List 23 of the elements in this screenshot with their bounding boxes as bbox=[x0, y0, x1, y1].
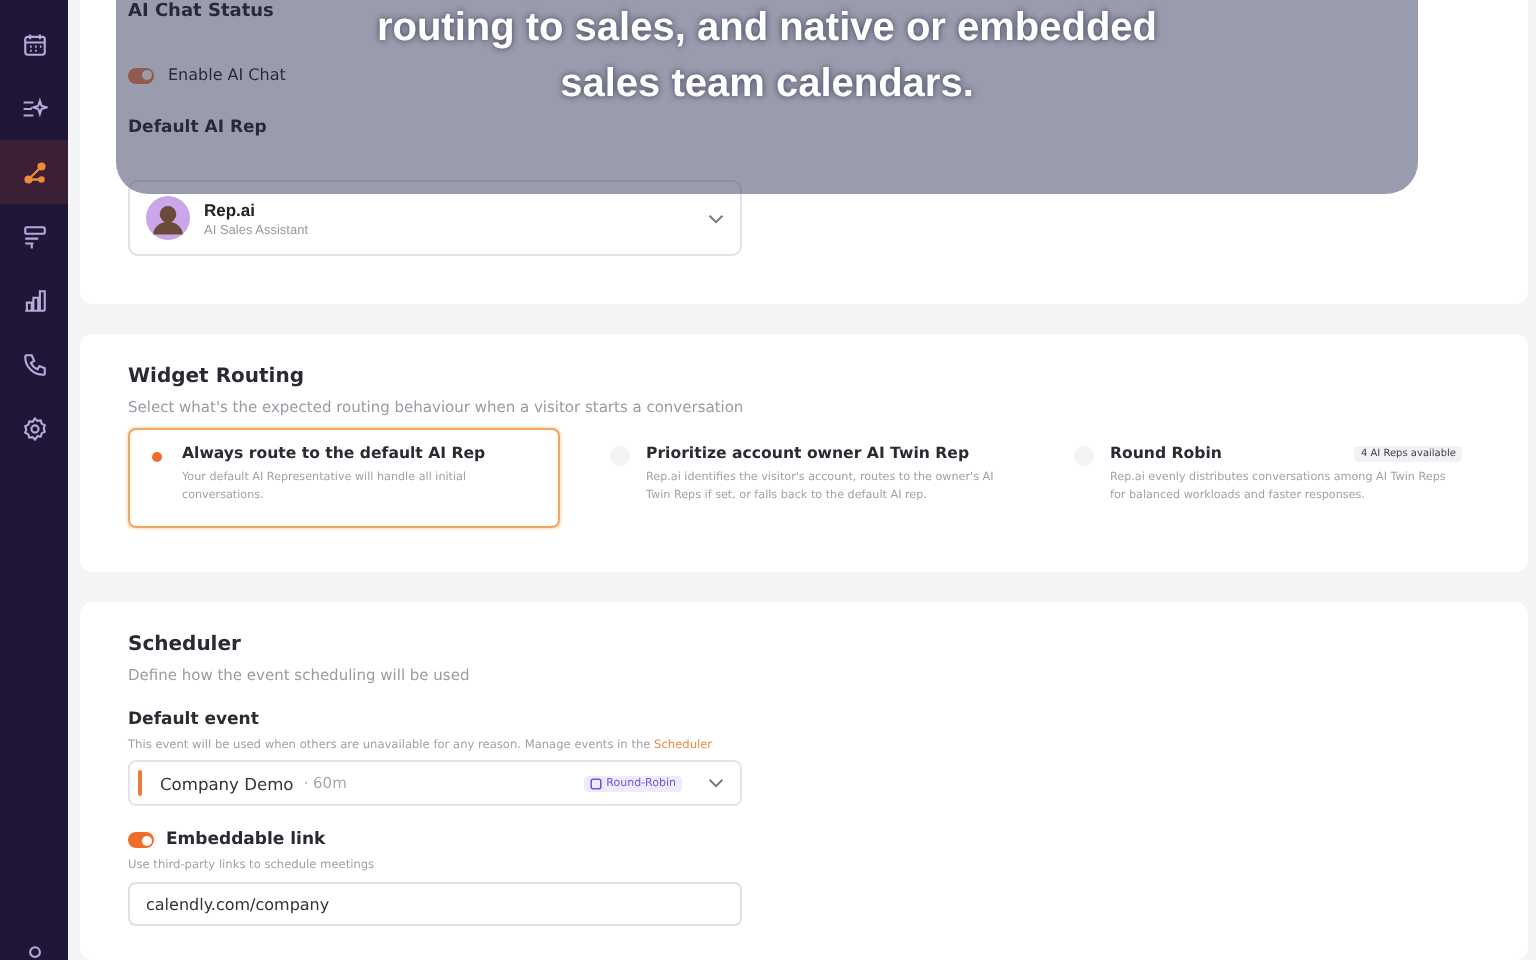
chevron-icon bbox=[708, 778, 724, 788]
field-label: Default event bbox=[128, 710, 261, 730]
settings-icon bbox=[21, 415, 47, 441]
avatar-icon bbox=[146, 196, 190, 240]
routing-icon bbox=[21, 159, 47, 185]
toggle-switch[interactable] bbox=[128, 832, 154, 848]
sparkle-list-icon bbox=[21, 95, 47, 121]
nav-routing-button[interactable] bbox=[0, 140, 68, 204]
link-input[interactable]: calendly.com/company bbox=[128, 882, 742, 926]
section-title: Scheduler bbox=[128, 632, 243, 656]
rep-name: Rep.ai bbox=[204, 199, 256, 219]
toggle-label: Enable AI Chat bbox=[168, 66, 286, 84]
bar-chart-icon bbox=[21, 287, 47, 313]
phone-icon bbox=[21, 351, 47, 377]
calendar-icon bbox=[21, 31, 47, 57]
section-title: AI Chat Status bbox=[128, 0, 274, 22]
chevron-icon bbox=[708, 213, 724, 223]
toggle-switch[interactable] bbox=[128, 67, 154, 83]
event-name: Company Demo bbox=[160, 773, 294, 793]
section-title: Default AI Rep bbox=[128, 118, 267, 138]
section-title: Widget Routing bbox=[128, 364, 306, 388]
toggle-label: Embeddable link bbox=[166, 830, 326, 850]
form-icon bbox=[21, 223, 47, 249]
